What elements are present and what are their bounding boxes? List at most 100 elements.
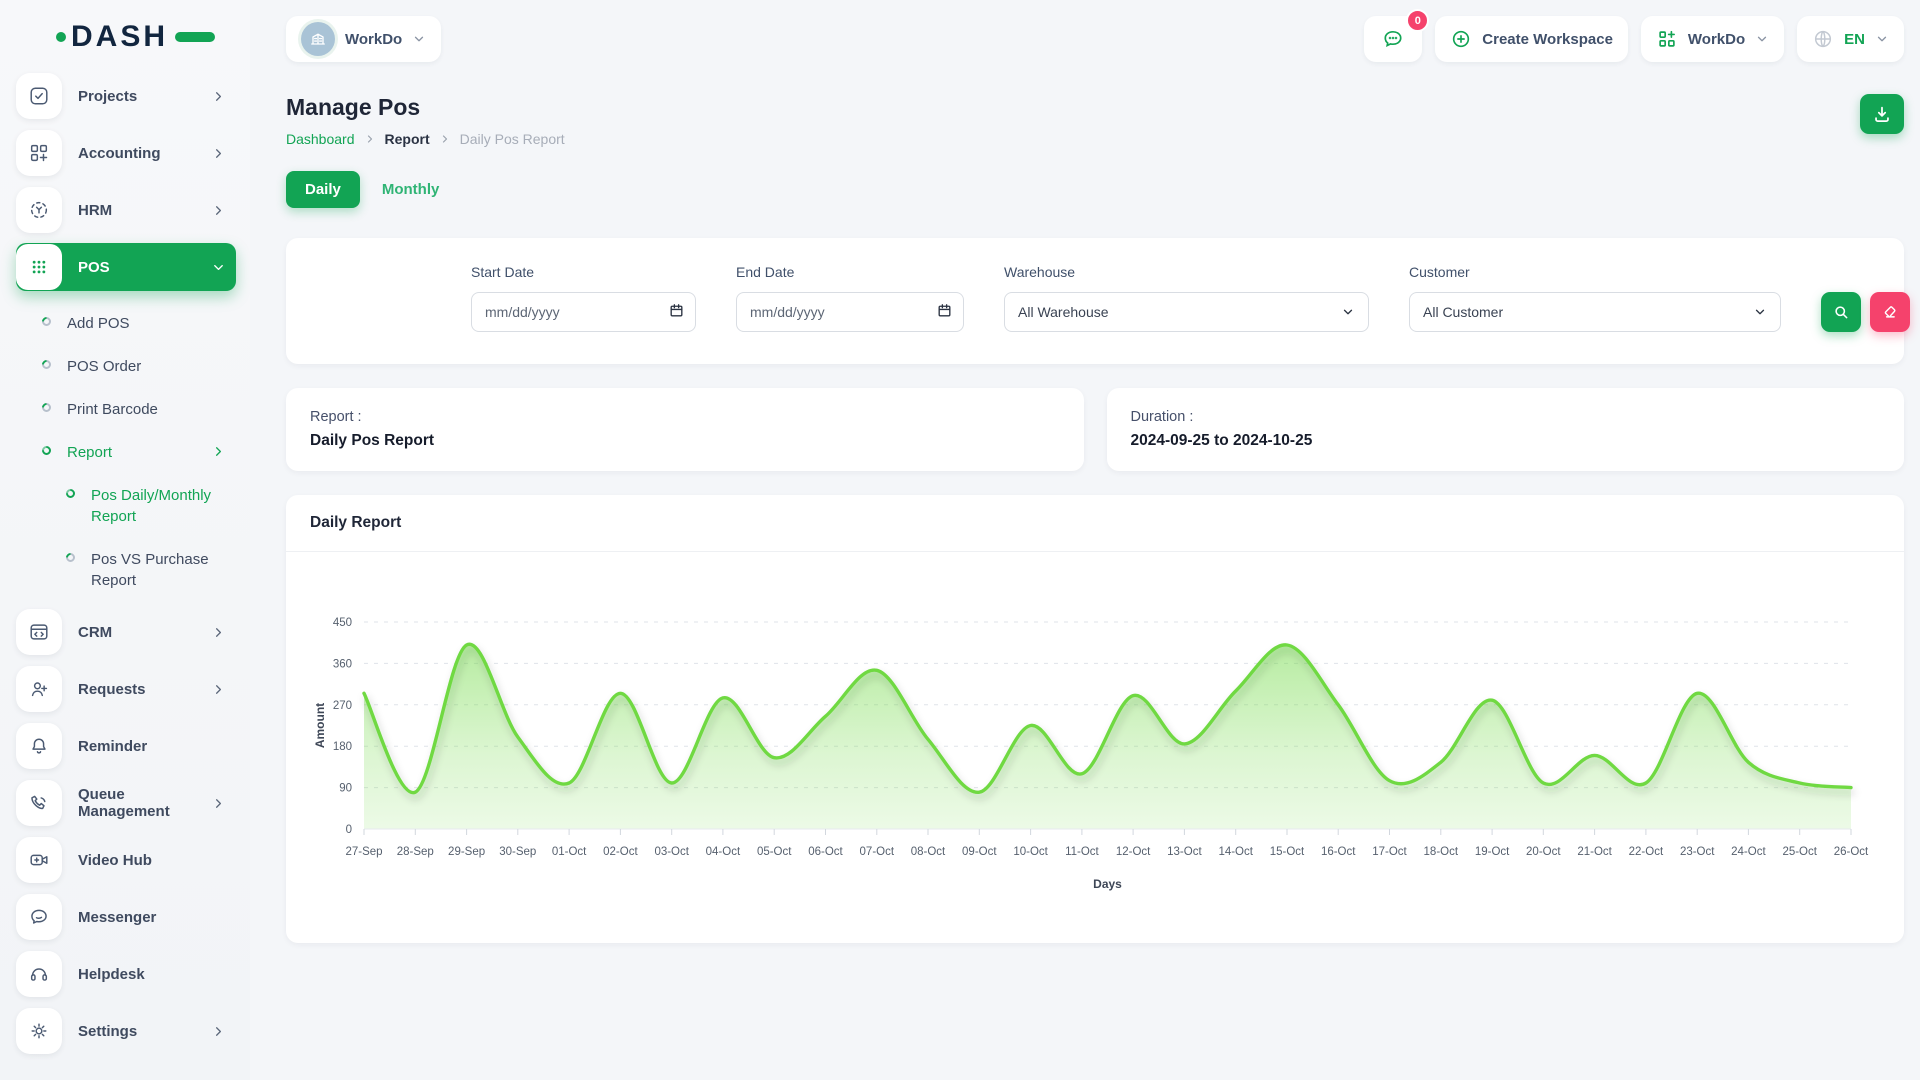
workspace-name: WorkDo [345, 31, 402, 48]
warehouse-group: Warehouse All Warehouse [1004, 264, 1369, 332]
chat-bubble-icon [1381, 27, 1405, 51]
report-summary-card: Report : Daily Pos Report [286, 388, 1084, 471]
sidebar-item-label: Video Hub [78, 852, 236, 869]
reset-filter-button[interactable] [1870, 292, 1910, 332]
svg-text:08-Oct: 08-Oct [911, 846, 946, 858]
sidebar-item-video-hub[interactable]: Video Hub [16, 836, 236, 884]
topbar: WorkDo 0 Create Workspace WorkDo [286, 12, 1904, 66]
summary-row: Report : Daily Pos Report Duration : 202… [286, 388, 1904, 471]
chevron-down-icon [1753, 305, 1767, 319]
end-date-label: End Date [736, 264, 964, 280]
svg-text:20-Oct: 20-Oct [1526, 846, 1561, 858]
grid-plus-icon [1656, 28, 1678, 50]
breadcrumb-report[interactable]: Report [385, 131, 430, 147]
sidebar-item-label: HRM [78, 202, 211, 219]
svg-text:22-Oct: 22-Oct [1629, 846, 1664, 858]
plus-circle-icon [1450, 28, 1472, 50]
app-logo[interactable]: DASH [16, 18, 236, 72]
svg-text:270: 270 [333, 700, 352, 712]
svg-text:25-Oct: 25-Oct [1782, 846, 1817, 858]
sidebar-item-projects[interactable]: Projects [16, 72, 236, 120]
chevron-down-icon [211, 260, 226, 275]
bullet-ring-icon [40, 444, 53, 457]
svg-text:18-Oct: 18-Oct [1424, 846, 1459, 858]
daily-report-area-chart[interactable]: 450360270180900 27-Sep28-Sep29-Sep30-Sep… [286, 552, 1904, 935]
sidebar-item-label: Queue Management [78, 786, 211, 820]
svg-text:24-Oct: 24-Oct [1731, 846, 1766, 858]
bullet-ring-icon [40, 315, 53, 328]
start-date-input[interactable] [471, 292, 696, 332]
sidebar-item-label: CRM [78, 624, 211, 641]
download-icon [1871, 103, 1893, 125]
sidebar-subitem-report[interactable]: Report [16, 431, 236, 474]
duration-label: Duration : [1131, 409, 1881, 425]
chevron-down-icon [1341, 305, 1355, 319]
duration-value: 2024-09-25 to 2024-10-25 [1131, 432, 1881, 450]
workspace-avatar [301, 22, 335, 56]
logo-text: DASH [71, 22, 168, 52]
workspace-switcher[interactable]: WorkDo [286, 16, 441, 62]
chart-title: Daily Report [310, 514, 401, 531]
accounting-icon-box [16, 130, 62, 176]
sidebar-item-messenger[interactable]: Messenger [16, 893, 236, 941]
sidebar-item-label: Accounting [78, 145, 211, 162]
sidebar-item-queue-management[interactable]: Queue Management [16, 779, 236, 827]
sidebar-item-label: POS [78, 259, 211, 276]
warehouse-select[interactable]: All Warehouse [1004, 292, 1369, 332]
reminder-icon-box [16, 723, 62, 769]
sidebar-item-label: Settings [78, 1023, 211, 1040]
sidebar-subitem-pos-vs-purchase-report[interactable]: Pos VS Purchase Report [16, 538, 236, 602]
svg-text:360: 360 [333, 658, 352, 670]
svg-text:10-Oct: 10-Oct [1013, 846, 1048, 858]
download-report-button[interactable] [1860, 94, 1904, 134]
queue-icon-box [16, 780, 62, 826]
sidebar-item-label: Helpdesk [78, 966, 236, 983]
start-date-label: Start Date [471, 264, 696, 280]
sidebar-item-reminder[interactable]: Reminder [16, 722, 236, 770]
messenger-button[interactable]: 0 [1364, 16, 1422, 62]
sidebar-item-accounting[interactable]: Accounting [16, 129, 236, 177]
sidebar-subitem-label: Report [67, 442, 211, 463]
sidebar-subitem-add-pos[interactable]: Add POS [16, 302, 236, 345]
topbar-actions: 0 Create Workspace WorkDo EN [1364, 16, 1904, 62]
page-title: Manage Pos [286, 94, 565, 121]
sidebar-subitem-pos-order[interactable]: POS Order [16, 345, 236, 388]
end-date-input[interactable] [736, 292, 964, 332]
svg-text:02-Oct: 02-Oct [603, 846, 638, 858]
svg-text:90: 90 [339, 783, 352, 795]
customer-select[interactable]: All Customer [1409, 292, 1781, 332]
settings-icon-box [16, 1008, 62, 1054]
tab-daily[interactable]: Daily [286, 171, 360, 208]
sidebar-item-crm[interactable]: CRM [16, 608, 236, 656]
account-menu[interactable]: WorkDo [1641, 16, 1784, 62]
chevron-right-icon [211, 146, 226, 161]
logo-dot-icon [56, 32, 66, 42]
sidebar-item-requests[interactable]: Requests [16, 665, 236, 713]
tab-monthly[interactable]: Monthly [382, 181, 440, 198]
start-date-group: Start Date [471, 264, 696, 332]
end-date-group: End Date [736, 264, 964, 332]
bullet-ring-icon [40, 358, 53, 371]
sidebar-subitem-print-barcode[interactable]: Print Barcode [16, 388, 236, 431]
sidebar-item-hrm[interactable]: HRM [16, 186, 236, 234]
notification-badge: 0 [1406, 9, 1429, 32]
create-workspace-button[interactable]: Create Workspace [1435, 16, 1628, 62]
sidebar-item-helpdesk[interactable]: Helpdesk [16, 950, 236, 998]
sidebar-item-settings[interactable]: Settings [16, 1007, 236, 1055]
svg-text:28-Sep: 28-Sep [397, 846, 434, 858]
video-icon-box [16, 837, 62, 883]
language-selector[interactable]: EN [1797, 16, 1904, 62]
sidebar-subitem-pos-daily-monthly-report[interactable]: Pos Daily/Monthly Report [16, 474, 236, 538]
svg-text:15-Oct: 15-Oct [1270, 846, 1305, 858]
hrm-icon [28, 199, 50, 221]
search-button[interactable] [1821, 292, 1861, 332]
breadcrumb-dashboard[interactable]: Dashboard [286, 131, 355, 147]
breadcrumb-current: Daily Pos Report [460, 131, 565, 147]
svg-text:14-Oct: 14-Oct [1218, 846, 1253, 858]
svg-text:04-Oct: 04-Oct [706, 846, 741, 858]
sidebar-item-pos[interactable]: POS [16, 243, 236, 291]
svg-text:27-Sep: 27-Sep [345, 846, 382, 858]
bullet-ring-icon [40, 401, 53, 414]
requests-icon-box [16, 666, 62, 712]
y-axis-title: Amount [313, 703, 327, 748]
